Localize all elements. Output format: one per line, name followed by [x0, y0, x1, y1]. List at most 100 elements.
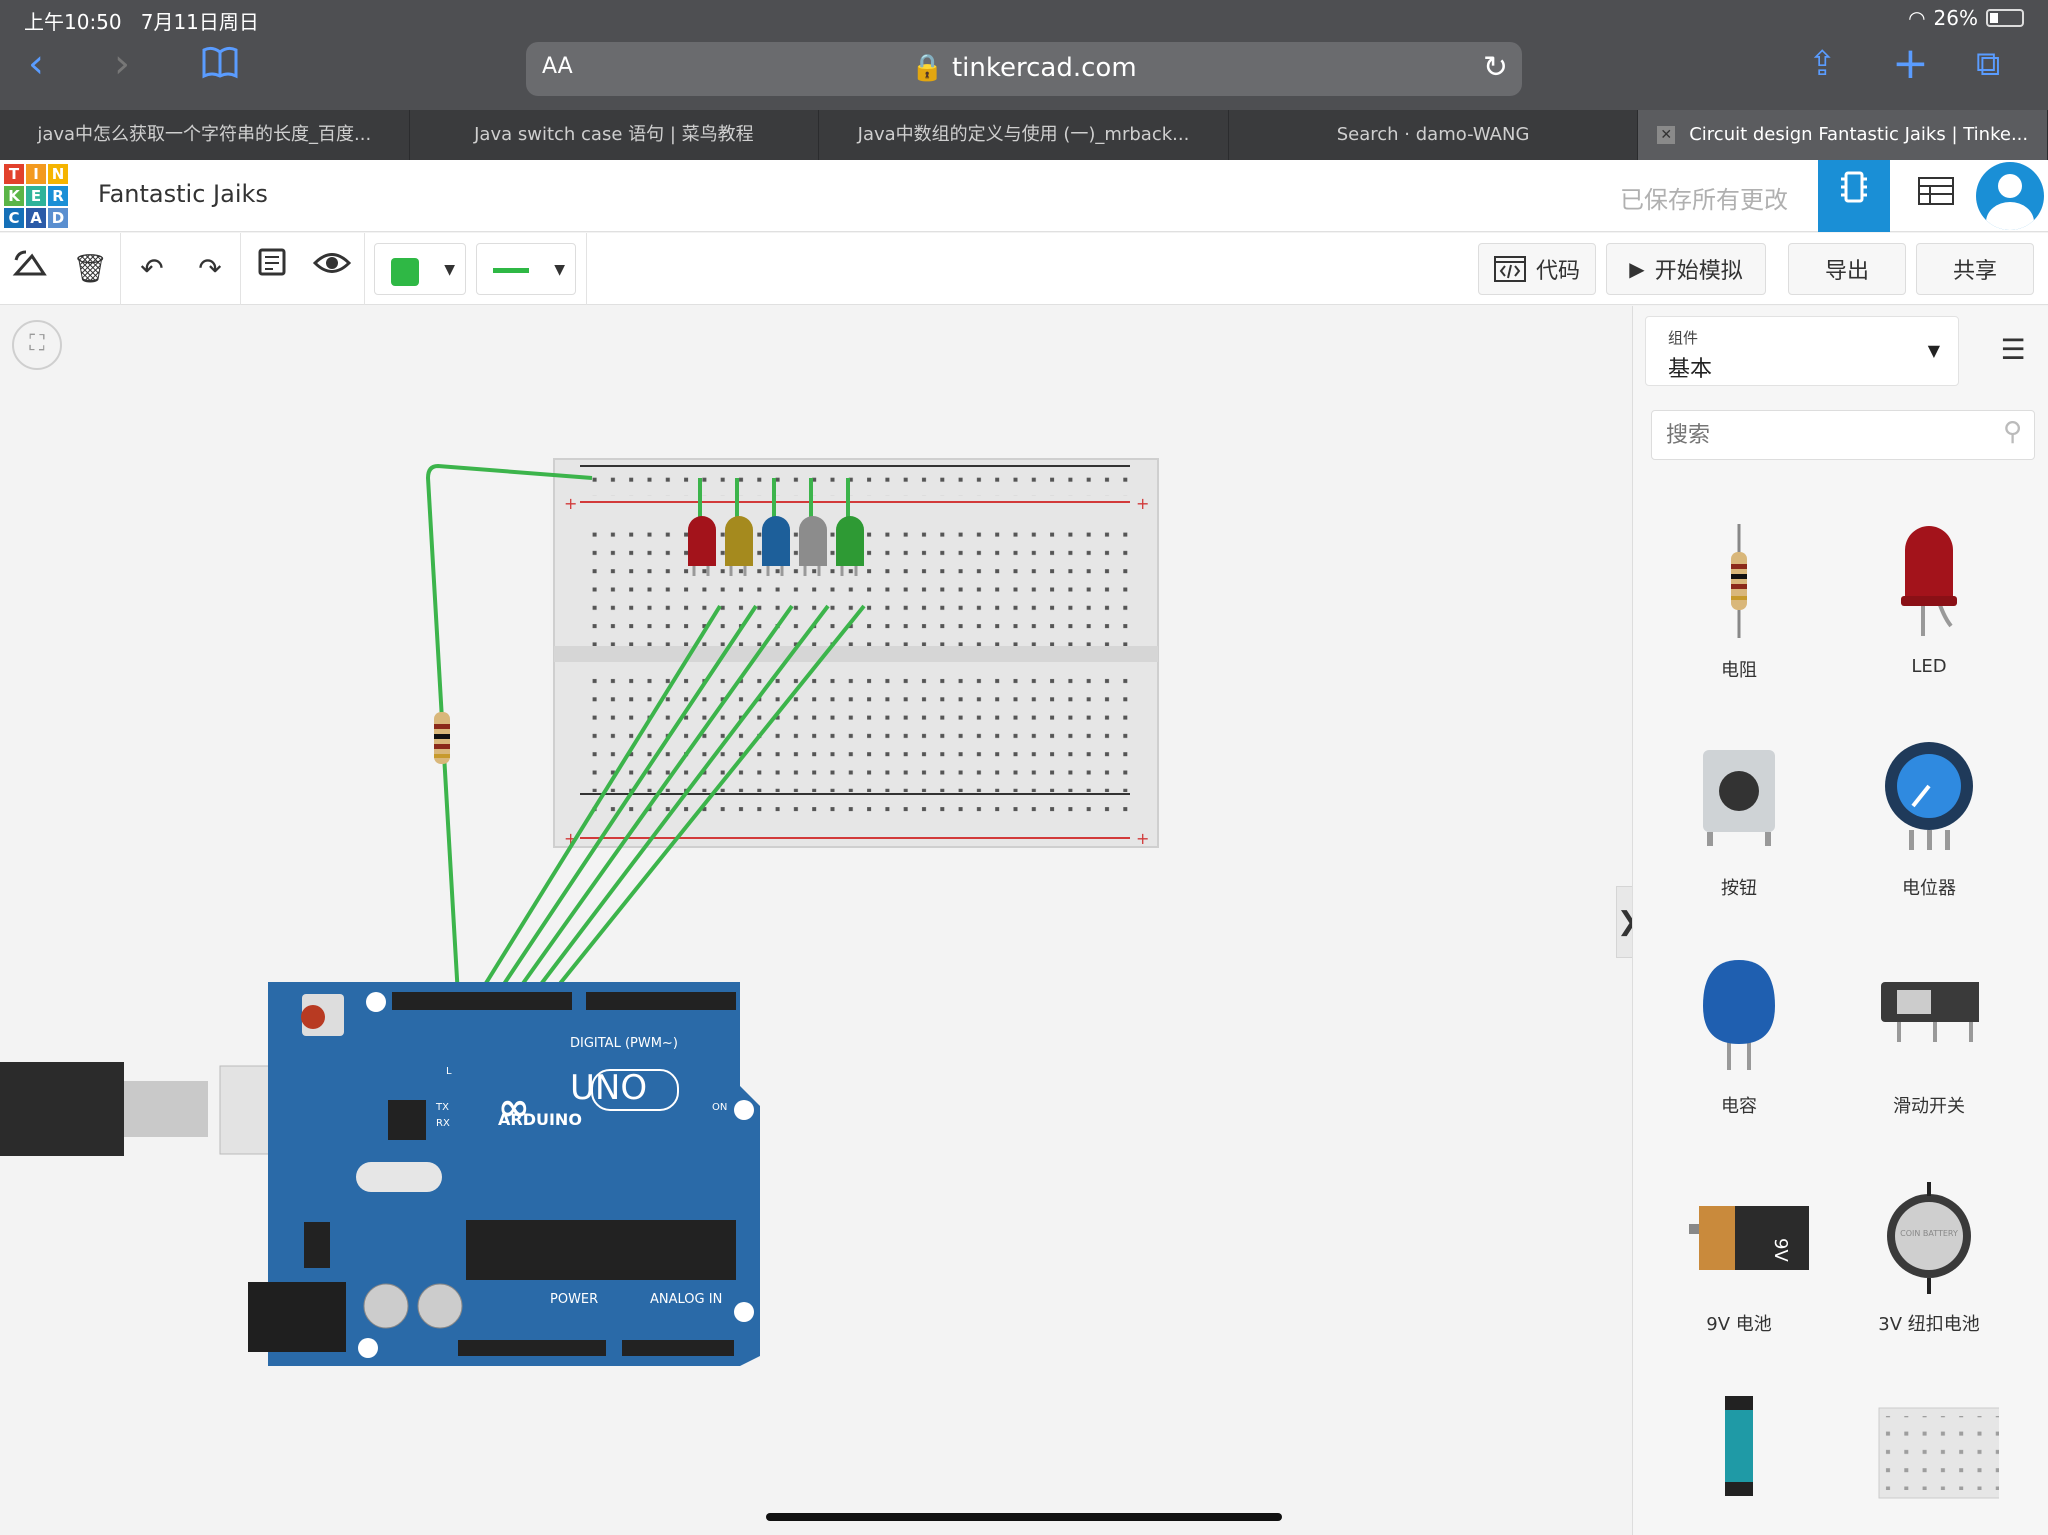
battery-percent: 26%: [1933, 6, 1978, 30]
components-panel: 组件 基本 ▼ ☰ ⚲ 电阻 LED 按钮 电位器 电容 滑动开关 9V 9V …: [1632, 306, 2048, 1535]
export-label: 导出: [1824, 259, 1869, 284]
browser-tab[interactable]: Search · damo-WANG: [1229, 110, 1639, 160]
component-coin-battery[interactable]: COIN BATTERY 3V 纽扣电池: [1839, 1170, 2019, 1370]
browser-tab-active[interactable]: ✕ Circuit design Fantastic Jaiks | Tinke.…: [1638, 110, 2048, 160]
note-glyph: [258, 248, 286, 276]
browser-tab[interactable]: Java switch case 语句 | 菜鸟教程: [410, 110, 820, 160]
component-potentiometer[interactable]: 电位器: [1839, 734, 2019, 934]
app-header: T I N K E R C A D Fantastic Jaiks 已保存所有更…: [0, 160, 2048, 232]
tinkercad-logo[interactable]: T I N K E R C A D: [4, 164, 68, 228]
chip-icon: [1841, 171, 1867, 203]
address-bar[interactable]: AA 🔒 tinkercad.com ↻: [526, 42, 1522, 96]
component-resistor[interactable]: 电阻: [1649, 516, 1829, 716]
component-label: 9V 电池: [1706, 1314, 1772, 1335]
component-9v-battery[interactable]: 9V 9V 电池: [1649, 1170, 1829, 1370]
component-capacitor[interactable]: 电容: [1649, 952, 1829, 1152]
status-time: 上午10:50 7月11日周日: [24, 6, 259, 35]
code-icon: [1493, 256, 1526, 282]
browser-tab[interactable]: java中怎么获取一个字符串的长度_百度...: [0, 110, 410, 160]
breadboard[interactable]: + + + +: [553, 458, 1159, 848]
component-search[interactable]: ⚲: [1651, 410, 2035, 460]
toolbar-divider: [120, 233, 121, 305]
search-icon[interactable]: ⚲: [2003, 417, 2022, 447]
redo-icon[interactable]: ↷: [188, 247, 232, 291]
arduino-brand-label: ARDUINO: [498, 1110, 582, 1129]
table-icon: [1918, 177, 1954, 205]
digital-pins-label: DIGITAL (PWM~): [570, 1036, 678, 1051]
editor-toolbar: 🗑 ↶ ↷ ▼ ▼ 代码 ▶ 开始模拟 导出 共享: [0, 233, 2048, 305]
collapse-panel-button[interactable]: ❯: [1616, 886, 1632, 958]
arduino-uno-board[interactable]: ∞: [248, 982, 760, 1366]
user-avatar[interactable]: [1976, 162, 2044, 230]
simulate-label: 开始模拟: [1654, 259, 1743, 284]
rotate-icon[interactable]: [8, 247, 52, 291]
export-button[interactable]: 导出: [1788, 243, 1906, 295]
pushbutton-icon: [1703, 750, 1775, 846]
resistor[interactable]: [434, 712, 450, 764]
tabs-overview-icon[interactable]: ⧉: [1976, 44, 2000, 84]
code-label: 代码: [1535, 259, 1580, 284]
aa-battery-icon: [1725, 1396, 1753, 1496]
component-breadboard[interactable]: [1839, 1388, 2019, 1518]
circuit-view-button[interactable]: [1818, 160, 1890, 232]
rotate-glyph: [12, 250, 47, 276]
component-led[interactable]: LED: [1839, 516, 2019, 716]
resistor-icon: [1731, 524, 1747, 638]
active-tab-title: Circuit design Fantastic Jaiks | Tinke..…: [1689, 124, 2029, 145]
book-icon: [202, 46, 238, 79]
forward-button[interactable]: ›: [114, 44, 130, 84]
component-label: 电阻: [1721, 660, 1757, 681]
new-tab-icon[interactable]: +: [1892, 42, 1929, 86]
svg-text:+: +: [564, 494, 577, 513]
bookmarks-icon[interactable]: [200, 44, 240, 89]
list-view-icon[interactable]: ☰: [1989, 326, 2037, 374]
circuit-drawing: + + + + ∞: [0, 458, 1159, 1366]
rx-label: RX: [436, 1118, 450, 1129]
notes-icon[interactable]: [250, 247, 294, 291]
wire-color-select[interactable]: ▼: [374, 243, 466, 295]
coin-battery-icon: COIN BATTERY: [1887, 1182, 1971, 1294]
toolbar-divider: [364, 233, 365, 305]
logo-letter: C: [4, 208, 24, 228]
code-button[interactable]: 代码: [1478, 243, 1596, 295]
share-button[interactable]: 共享: [1916, 243, 2034, 295]
component-label: 电容: [1721, 1096, 1757, 1117]
line-style-swatch: [493, 268, 529, 273]
component-list-view-button[interactable]: [1900, 160, 1972, 232]
project-title[interactable]: Fantastic Jaiks: [98, 180, 268, 208]
date: 7月11日周日: [140, 10, 259, 34]
undo-icon[interactable]: ↶: [130, 247, 174, 291]
wire-type-select[interactable]: ▼: [476, 243, 576, 295]
browser-tab[interactable]: Java中数组的定义与使用 (一)_mrback...: [819, 110, 1229, 160]
close-tab-icon[interactable]: ✕: [1657, 126, 1676, 144]
tab-strip: java中怎么获取一个字符串的长度_百度... Java switch case…: [0, 110, 2048, 160]
start-simulation-button[interactable]: ▶ 开始模拟: [1606, 243, 1766, 295]
color-swatch: [391, 258, 419, 286]
logo-letter: A: [26, 208, 46, 228]
back-button[interactable]: ‹: [28, 44, 44, 84]
category-label: 组件: [1668, 329, 1699, 347]
toolbar-divider: [240, 233, 241, 305]
share-icon[interactable]: ⇪: [1808, 44, 1837, 84]
component-label: 3V 纽扣电池: [1878, 1314, 1980, 1335]
save-status: 已保存所有更改: [1620, 186, 1788, 214]
eye-icon[interactable]: [310, 247, 354, 291]
chevron-down-icon: ▼: [444, 262, 455, 278]
share-label: 共享: [1952, 259, 1997, 284]
component-aa-battery[interactable]: [1649, 1388, 1829, 1518]
reload-icon[interactable]: ↻: [1483, 50, 1508, 85]
slide-switch-icon: [1881, 982, 1979, 1042]
logo-letter: E: [26, 186, 46, 206]
on-led-label: ON: [712, 1102, 728, 1113]
search-input[interactable]: [1666, 419, 1966, 451]
component-category-select[interactable]: 组件 基本 ▼: [1645, 316, 1959, 386]
chevron-down-icon: ▼: [554, 262, 565, 278]
component-pushbutton[interactable]: 按钮: [1649, 734, 1829, 934]
circuit-canvas[interactable]: ⛶ + + + + ∞ UNO ARDUINO DIGITAL (PWM~) P…: [0, 306, 1632, 1535]
component-slide-switch[interactable]: 滑动开关: [1839, 952, 2019, 1152]
delete-icon[interactable]: 🗑: [68, 247, 112, 291]
coin-battery-text: COIN BATTERY: [1900, 1229, 1958, 1238]
category-value: 基本: [1668, 357, 1713, 382]
svg-text:+: +: [1136, 829, 1149, 848]
clock: 上午10:50: [24, 10, 122, 34]
